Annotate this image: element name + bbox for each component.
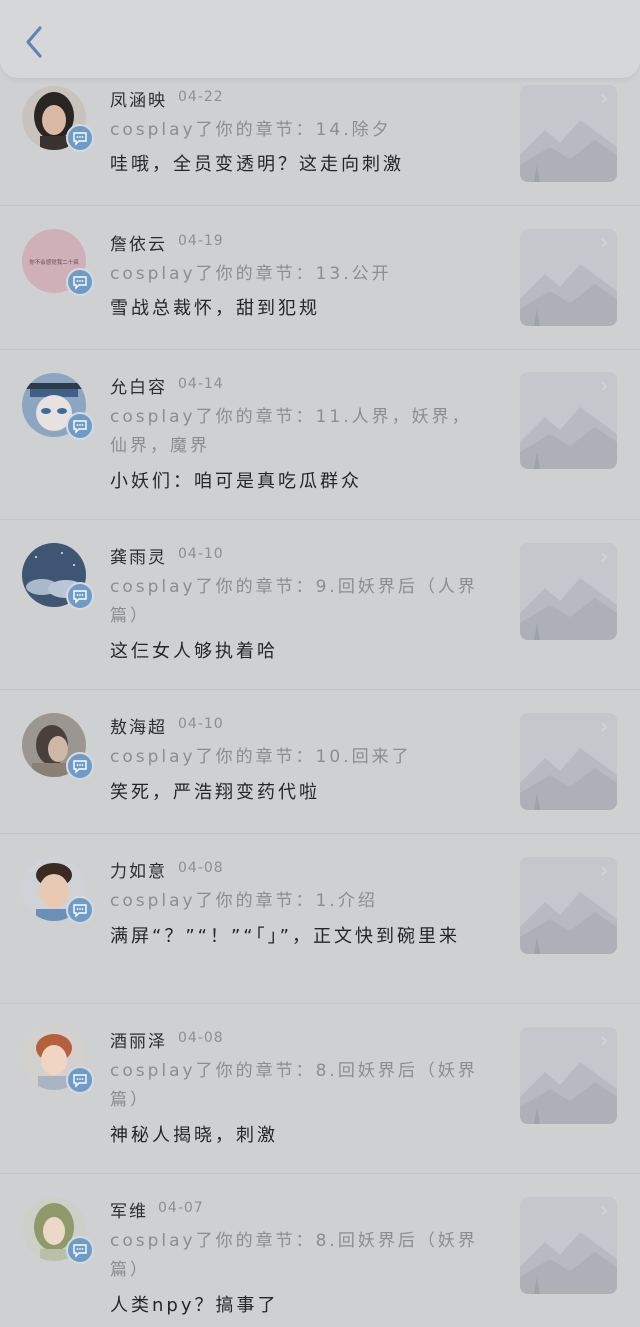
back-button[interactable]: [20, 24, 52, 60]
date: 04-19: [178, 233, 224, 249]
user-name[interactable]: 军维: [110, 1197, 148, 1222]
comment-badge: [66, 752, 94, 780]
divider: [0, 1173, 640, 1174]
chapter-thumbnail[interactable]: [520, 1197, 617, 1294]
action-text: cosplay了你的章节：14.除夕: [110, 120, 392, 140]
chapter-thumbnail[interactable]: [520, 85, 617, 182]
date: 04-10: [178, 546, 224, 562]
date: 04-22: [178, 89, 224, 105]
comment-text: 哇哦，全员变透明？这走向刺激: [110, 154, 404, 175]
comment-badge: [66, 412, 94, 440]
action-text: cosplay了你的章节：8.回妖界后（妖界篇）: [110, 1061, 478, 1110]
comment-badge: [66, 124, 94, 152]
chevron-left-icon: [26, 26, 42, 58]
mountain-placeholder-icon: [520, 85, 617, 182]
user-name[interactable]: 力如意: [110, 857, 167, 882]
action-text: cosplay了你的章节：10.回来了: [110, 747, 412, 767]
chapter-thumbnail[interactable]: [520, 229, 617, 326]
chat-bubble-icon: [73, 1244, 87, 1258]
comment-text: 笑死，严浩翔变药代啦: [110, 782, 320, 803]
action-text: cosplay了你的章节：11.人界，妖界，仙界，魔界: [110, 407, 472, 456]
mountain-placeholder-icon: [520, 713, 617, 810]
comment-text: 神秘人揭晓，刺激: [110, 1125, 278, 1146]
mountain-placeholder-icon: [520, 1197, 617, 1294]
comment-text: 小妖们：咱可是真吃瓜群众: [110, 471, 362, 492]
divider: [0, 833, 640, 834]
action-text: cosplay了你的章节：8.回妖界后（妖界篇）: [110, 1231, 478, 1280]
chat-bubble-icon: [73, 590, 87, 604]
divider: [0, 519, 640, 520]
user-name[interactable]: 酒丽泽: [110, 1027, 167, 1052]
top-navigation-bar: [0, 0, 640, 78]
chat-bubble-icon: [73, 1074, 87, 1088]
mountain-placeholder-icon: [520, 543, 617, 640]
user-name[interactable]: 詹依云: [110, 230, 167, 255]
divider: [0, 205, 640, 206]
comment-text: 这仨女人够执着哈: [110, 641, 278, 662]
chat-bubble-icon: [73, 132, 87, 146]
chapter-thumbnail[interactable]: [520, 1027, 617, 1124]
action-text: cosplay了你的章节：9.回妖界后（人界篇）: [110, 577, 478, 626]
comment-badge: [66, 1066, 94, 1094]
comment-text: 满屏“？”“！”“「」”，正文快到碗里来: [110, 926, 460, 947]
chat-bubble-icon: [73, 904, 87, 918]
date: 04-10: [178, 716, 224, 732]
comment-badge: [66, 582, 94, 610]
date: 04-08: [178, 860, 224, 876]
action-text: cosplay了你的章节：1.介绍: [110, 891, 378, 911]
chat-bubble-icon: [73, 276, 87, 290]
comment-badge: [66, 268, 94, 296]
comment-badge: [66, 896, 94, 924]
mountain-placeholder-icon: [520, 372, 617, 469]
comment-text: 人类npy？搞事了: [110, 1295, 279, 1316]
date: 04-14: [178, 376, 224, 392]
avatar-text: 你不会感觉我二十疯: [29, 258, 79, 266]
chapter-thumbnail[interactable]: [520, 857, 617, 954]
date: 04-07: [158, 1200, 204, 1216]
user-name[interactable]: 敖海超: [110, 713, 167, 738]
chapter-thumbnail[interactable]: [520, 372, 617, 469]
chapter-thumbnail[interactable]: [520, 543, 617, 640]
mountain-placeholder-icon: [520, 229, 617, 326]
mountain-placeholder-icon: [520, 1027, 617, 1124]
mountain-placeholder-icon: [520, 857, 617, 954]
comment-text: 雪战总裁怀，甜到犯规: [110, 298, 320, 319]
comment-badge: [66, 1236, 94, 1264]
divider: [0, 689, 640, 690]
chat-bubble-icon: [73, 760, 87, 774]
user-name[interactable]: 凤涵映: [110, 86, 167, 111]
divider: [0, 349, 640, 350]
user-name[interactable]: 允白容: [110, 373, 167, 398]
action-text: cosplay了你的章节：13.公开: [110, 264, 392, 284]
chat-bubble-icon: [73, 420, 87, 434]
date: 04-08: [178, 1030, 224, 1046]
user-name[interactable]: 龚雨灵: [110, 543, 167, 568]
divider: [0, 1003, 640, 1004]
chapter-thumbnail[interactable]: [520, 713, 617, 810]
